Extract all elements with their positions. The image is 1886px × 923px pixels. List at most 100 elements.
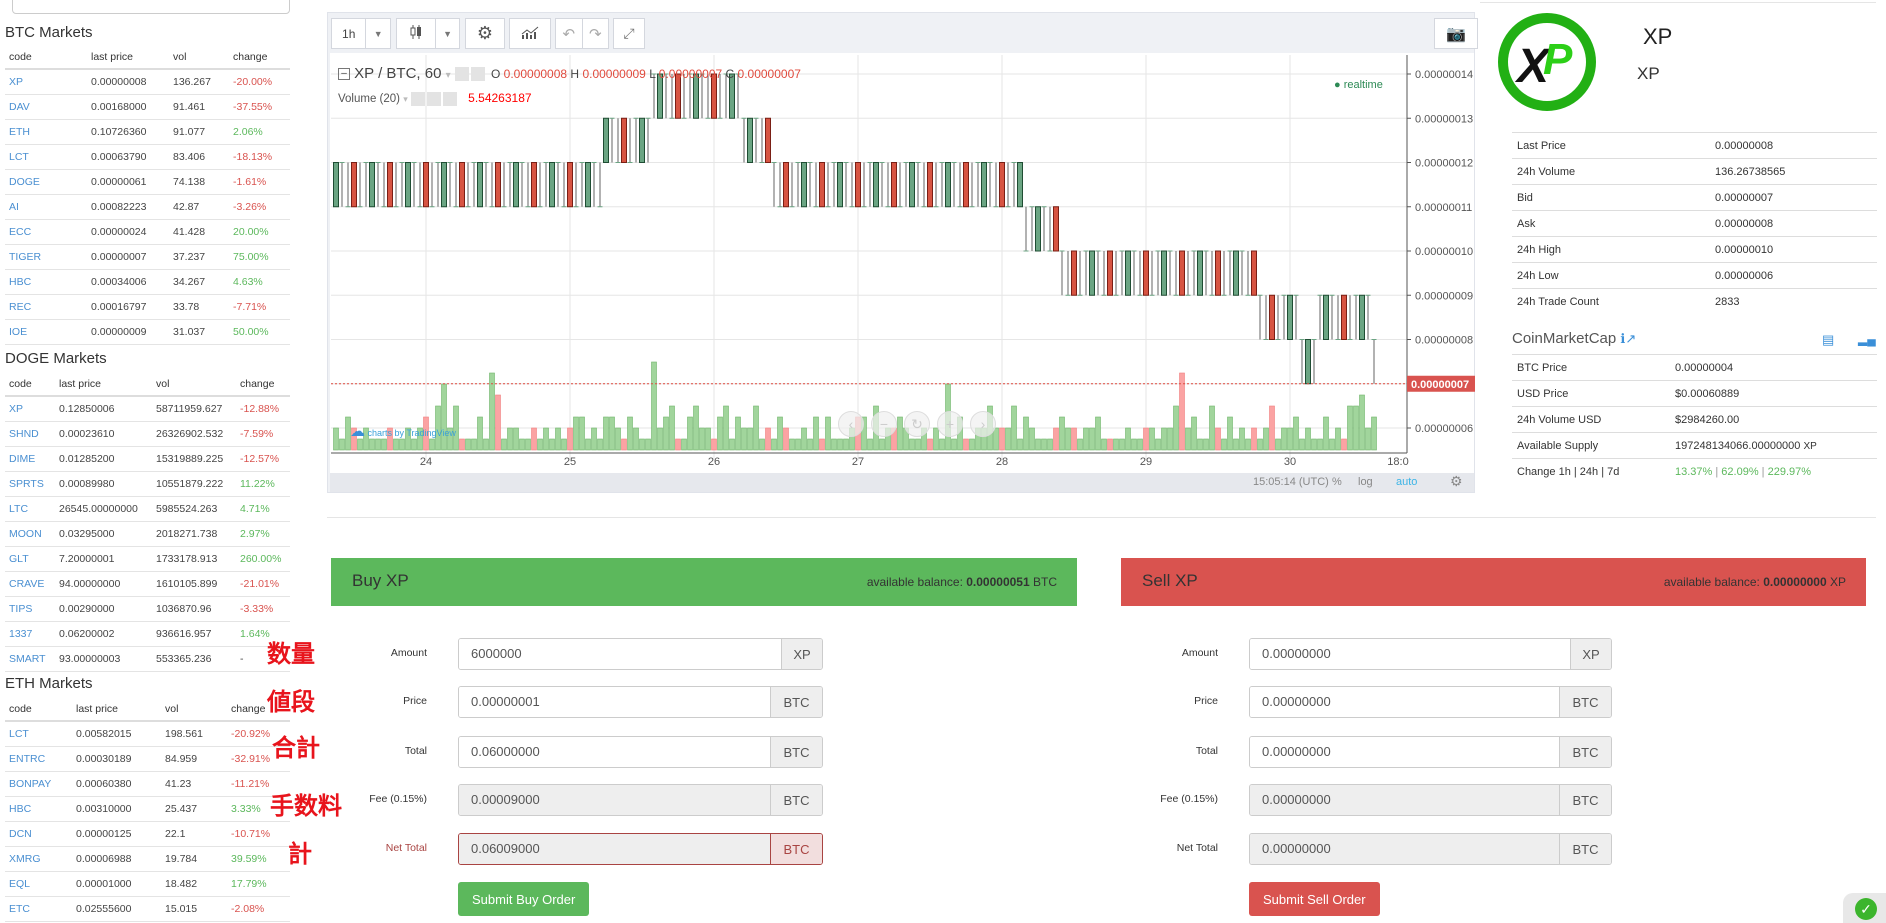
market-row[interactable]: AI 0.00082223 42.87 -3.26% bbox=[5, 194, 290, 220]
market-row[interactable]: DOGE 0.00000061 74.138 -1.61% bbox=[5, 169, 290, 195]
market-row[interactable]: XP 0.12850006 58711959.627 -12.88% bbox=[5, 396, 290, 422]
market-code[interactable]: LCT bbox=[5, 721, 72, 747]
column-header[interactable]: vol bbox=[161, 697, 227, 722]
buy-field-input[interactable]: 0.00009000 bbox=[459, 785, 770, 815]
column-header[interactable]: last price bbox=[72, 697, 161, 722]
market-code[interactable]: SMART bbox=[5, 646, 55, 672]
market-filter-input[interactable]: Filter Markets bbox=[12, 0, 290, 14]
market-row[interactable]: EQL 0.00001000 18.482 17.79% bbox=[5, 871, 290, 897]
column-header[interactable]: code bbox=[5, 45, 87, 70]
column-header[interactable]: code bbox=[5, 372, 55, 397]
zoom-in-button[interactable]: + bbox=[937, 411, 963, 437]
market-code[interactable]: CRAVE bbox=[5, 571, 55, 597]
reset-button[interactable]: ↻ bbox=[904, 411, 930, 437]
column-header[interactable]: change bbox=[236, 372, 290, 397]
gear-icon[interactable] bbox=[470, 67, 485, 82]
market-code[interactable]: DOGE bbox=[5, 169, 87, 195]
collapse-icon[interactable]: – bbox=[338, 68, 350, 81]
market-row[interactable]: TIPS 0.00290000 1036870.96 -3.33% bbox=[5, 596, 290, 622]
market-code[interactable]: DIME bbox=[5, 446, 55, 472]
market-code[interactable]: SPRTS bbox=[5, 471, 55, 497]
market-row[interactable]: ETC 0.02555600 15.015 -2.08% bbox=[5, 896, 290, 922]
market-row[interactable]: TIGER 0.00000007 37.237 75.00% bbox=[5, 244, 290, 270]
market-code[interactable]: XP bbox=[5, 69, 87, 95]
buy-field-input[interactable]: 0.06000000 bbox=[459, 737, 770, 767]
submit-sell-order-button[interactable]: Submit Sell Order bbox=[1249, 882, 1380, 916]
market-row[interactable]: DIME 0.01285200 15319889.225 -12.57% bbox=[5, 446, 290, 472]
market-row[interactable]: HBC 0.00034006 34.267 4.63% bbox=[5, 269, 290, 295]
eye-icon[interactable] bbox=[410, 91, 425, 106]
market-row[interactable]: IOE 0.00000009 31.037 50.00% bbox=[5, 319, 290, 345]
column-header[interactable]: last price bbox=[55, 372, 152, 397]
status-widget[interactable]: ✓ bbox=[1843, 893, 1886, 923]
market-code[interactable]: SHND bbox=[5, 421, 55, 447]
eye-icon[interactable] bbox=[454, 67, 469, 82]
market-row[interactable]: LCT 0.00582015 198.561 -20.92% bbox=[5, 721, 290, 747]
market-row[interactable]: LTC 26545.00000000 5985524.263 4.71% bbox=[5, 496, 290, 522]
external-link-icon[interactable]: ↗ bbox=[1625, 331, 1636, 346]
market-row[interactable]: LCT 0.00063790 83.406 -18.13% bbox=[5, 144, 290, 170]
buy-field-input[interactable]: 0.06009000 bbox=[459, 834, 770, 864]
scroll-left-button[interactable]: ‹ bbox=[838, 411, 864, 437]
market-code[interactable]: DCN bbox=[5, 821, 72, 847]
market-row[interactable]: CRAVE 94.00000000 1610105.899 -21.01% bbox=[5, 571, 290, 597]
market-row[interactable]: 1337 0.06200002 936616.957 1.64% bbox=[5, 621, 290, 647]
market-code[interactable]: TIGER bbox=[5, 244, 87, 270]
market-row[interactable]: GLT 7.20000001 1733178.913 260.00% bbox=[5, 546, 290, 572]
market-code[interactable]: EQL bbox=[5, 871, 72, 897]
market-code[interactable]: ECC bbox=[5, 219, 87, 245]
market-code[interactable]: IOE bbox=[5, 319, 87, 345]
column-header[interactable]: code bbox=[5, 697, 72, 722]
market-row[interactable]: MOON 0.03295000 2018271.738 2.97% bbox=[5, 521, 290, 547]
market-row[interactable]: XP 0.00000008 136.267 -20.00% bbox=[5, 69, 290, 95]
sell-field-input[interactable]: 0.00000000 bbox=[1250, 785, 1559, 815]
market-code[interactable]: REC bbox=[5, 294, 87, 320]
buy-field-input[interactable]: 0.00000001 bbox=[459, 687, 770, 717]
market-code[interactable]: 1337 bbox=[5, 621, 55, 647]
market-code[interactable]: GLT bbox=[5, 546, 55, 572]
market-code[interactable]: AI bbox=[5, 194, 87, 220]
column-header[interactable]: last price bbox=[87, 45, 169, 70]
market-code[interactable]: DAV bbox=[5, 94, 87, 120]
list-view-icon[interactable]: ▤ bbox=[1822, 332, 1834, 348]
market-code[interactable]: HBC bbox=[5, 269, 87, 295]
zoom-out-button[interactable]: − bbox=[871, 411, 897, 437]
market-row[interactable]: REC 0.00016797 33.78 -7.71% bbox=[5, 294, 290, 320]
sell-field-input[interactable]: 0.00000000 bbox=[1250, 834, 1559, 864]
gear-icon[interactable]: ⚙ bbox=[1450, 473, 1463, 490]
market-row[interactable]: SMART 93.00000003 553365.236- bbox=[5, 646, 290, 672]
market-row[interactable]: ENTRC 0.00030189 84.959 -32.91% bbox=[5, 746, 290, 772]
column-header[interactable]: vol bbox=[152, 372, 236, 397]
market-row[interactable]: ECC 0.00000024 41.428 20.00% bbox=[5, 219, 290, 245]
sell-field-input[interactable]: 0.00000000 bbox=[1250, 687, 1559, 717]
submit-buy-order-button[interactable]: Submit Buy Order bbox=[458, 882, 590, 916]
gear-icon[interactable] bbox=[426, 91, 441, 106]
market-code[interactable]: XP bbox=[5, 396, 55, 422]
sell-field-input[interactable]: 0.00000000 bbox=[1250, 639, 1570, 669]
column-header[interactable]: change bbox=[229, 45, 290, 70]
market-row[interactable]: ETH 0.10726360 91.077 2.06% bbox=[5, 119, 290, 145]
market-row[interactable]: SHND 0.00023610 26326902.532 -7.59% bbox=[5, 421, 290, 447]
market-row[interactable]: SPRTS 0.00089980 10551879.222 11.22% bbox=[5, 471, 290, 497]
market-row[interactable]: DAV 0.00168000 91.461 -37.55% bbox=[5, 94, 290, 120]
market-row[interactable]: BONPAY 0.00060380 41.23 -11.21% bbox=[5, 771, 290, 797]
market-row[interactable]: XMRG 0.00006988 19.784 39.59% bbox=[5, 846, 290, 872]
buy-field-input[interactable]: 6000000 bbox=[459, 639, 781, 669]
percent-scale-toggle[interactable]: % bbox=[1332, 476, 1342, 488]
close-icon[interactable] bbox=[442, 91, 457, 106]
market-code[interactable]: BONPAY bbox=[5, 771, 72, 797]
market-code[interactable]: LCT bbox=[5, 144, 87, 170]
log-scale-toggle[interactable]: log bbox=[1358, 476, 1373, 488]
market-code[interactable]: MOON bbox=[5, 521, 55, 547]
market-code[interactable]: HBC bbox=[5, 796, 72, 822]
market-row[interactable]: HBC 0.00310000 25.437 3.33% bbox=[5, 796, 290, 822]
market-code[interactable]: ENTRC bbox=[5, 746, 72, 772]
market-row[interactable]: DCN 0.00000125 22.1 -10.71% bbox=[5, 821, 290, 847]
sell-field-input[interactable]: 0.00000000 bbox=[1250, 737, 1559, 767]
column-header[interactable]: vol bbox=[169, 45, 229, 70]
market-code[interactable]: TIPS bbox=[5, 596, 55, 622]
market-code[interactable]: LTC bbox=[5, 496, 55, 522]
market-code[interactable]: ETC bbox=[5, 896, 72, 922]
signal-bars-icon[interactable]: ▂▄ bbox=[1858, 332, 1876, 346]
scroll-right-button[interactable]: › bbox=[970, 411, 996, 437]
